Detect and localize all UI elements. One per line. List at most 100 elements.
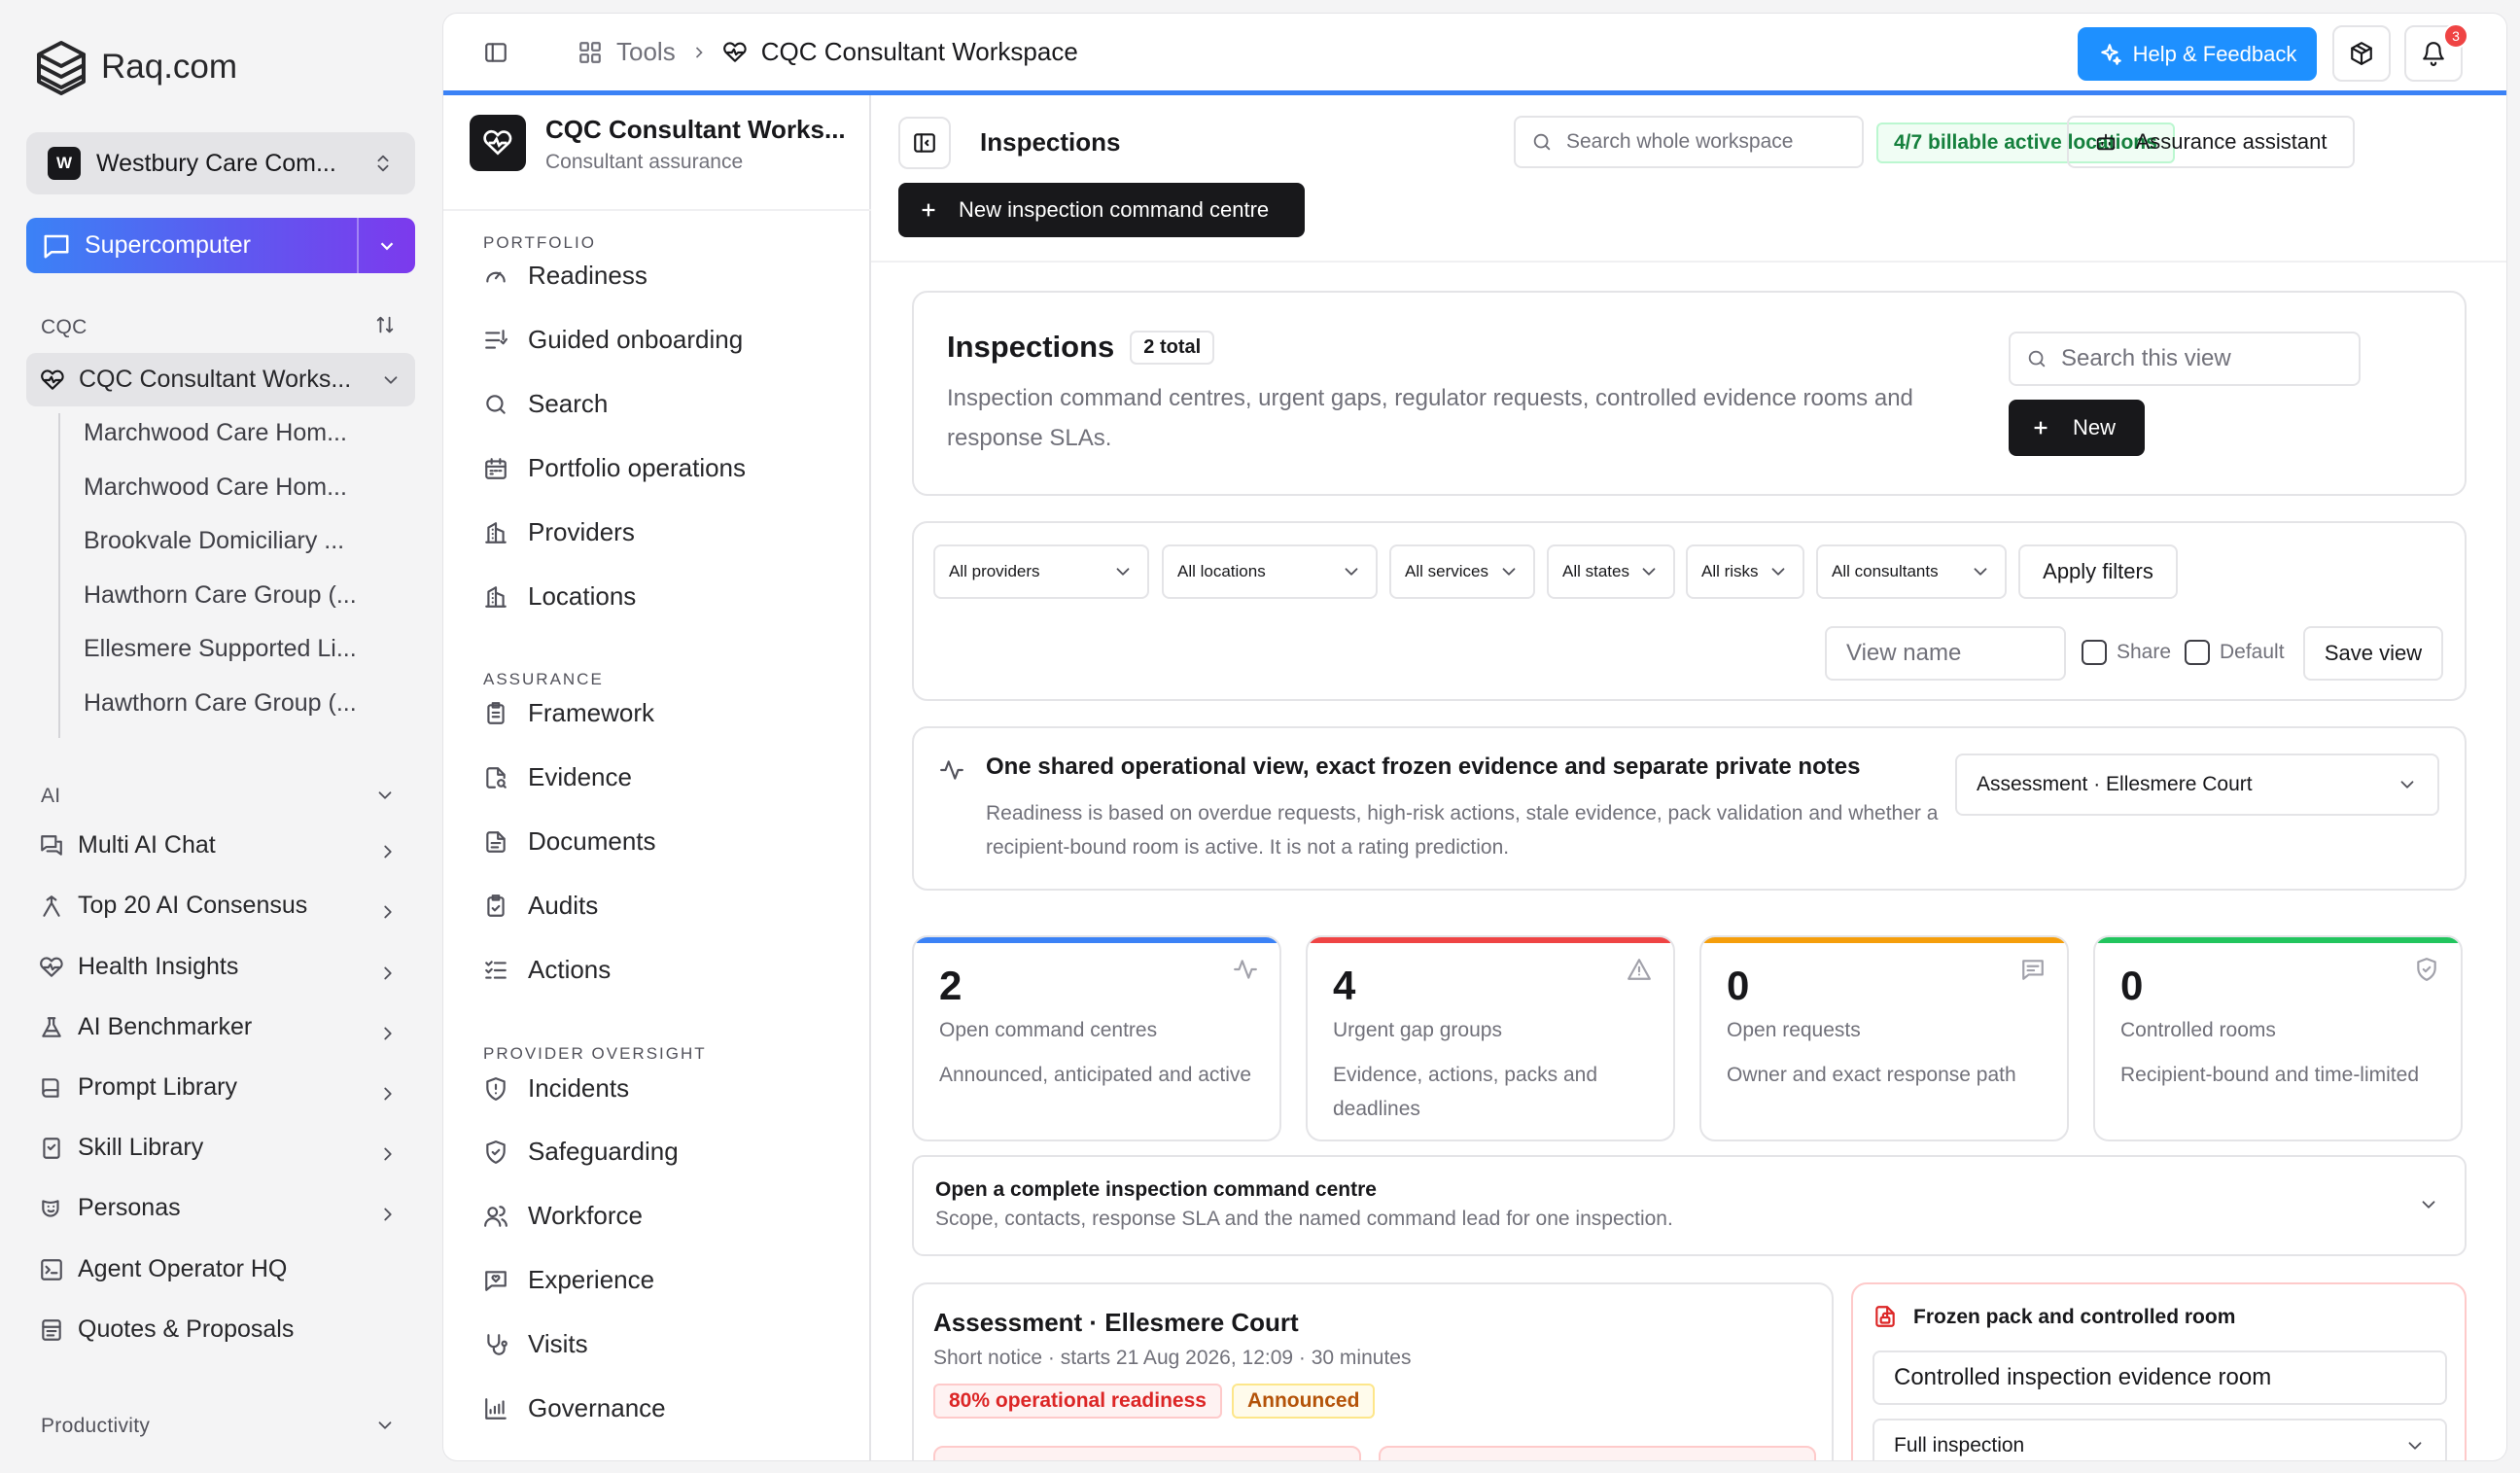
nav-documents[interactable]: Documents	[483, 826, 656, 857]
supercomputer-button[interactable]: Supercomputer	[26, 218, 415, 273]
nav-experience[interactable]: Experience	[483, 1265, 654, 1295]
locations-filter[interactable]: All locations	[1162, 544, 1378, 599]
sidebar-item-agent-operator[interactable]: Agent Operator HQ	[39, 1255, 399, 1283]
open-command-centre-panel[interactable]: Open a complete inspection command centr…	[912, 1155, 2467, 1256]
brand[interactable]: Raq.com	[35, 39, 237, 95]
share-checkbox[interactable]: Share	[2082, 640, 2171, 665]
states-filter[interactable]: All states	[1547, 544, 1675, 599]
services-filter[interactable]: All services	[1389, 544, 1535, 599]
sidebar-subitem[interactable]: Marchwood Care Hom...	[84, 413, 357, 468]
search-icon	[486, 394, 506, 414]
sidebar-subitem[interactable]: Ellesmere Supported Li...	[84, 629, 357, 684]
nav-governance[interactable]: Governance	[483, 1393, 666, 1423]
app-sidebar: Raq.com W Westbury Care Com... Supercomp…	[0, 0, 438, 1473]
sidebar-item-skill-library[interactable]: Skill Library	[39, 1134, 399, 1162]
heart-pulse-icon	[483, 129, 512, 156]
nav-locations[interactable]: Locations	[483, 581, 636, 612]
frozen-pack-title: Frozen pack and controlled room	[1913, 1306, 2236, 1328]
top-bar: Tools CQC Consultant Workspace Help & Fe…	[443, 14, 2506, 95]
productivity-section-heading: Productivity	[41, 1415, 151, 1437]
file-lock-icon	[1875, 1306, 1895, 1327]
nav-label: Experience	[528, 1265, 655, 1294]
nav-actions[interactable]: Actions	[483, 955, 611, 985]
view-name-input[interactable]: View name	[1825, 626, 2066, 681]
sidebar-toggle-icon[interactable]	[483, 40, 508, 65]
notifications-button[interactable]: 3	[2404, 23, 2468, 82]
nav-workforce[interactable]: Workforce	[483, 1201, 643, 1231]
nav-providers[interactable]: Providers	[483, 517, 635, 547]
consultants-filter[interactable]: All consultants	[1816, 544, 2007, 599]
chevron-down-icon[interactable]	[374, 1415, 396, 1436]
stat-accent-bar	[914, 937, 1279, 943]
nav-evidence[interactable]: Evidence	[483, 762, 632, 792]
nav-guided-onboarding[interactable]: Guided onboarding	[483, 325, 743, 355]
content-area: Inspections Search whole workspace 4/7 b…	[871, 95, 2506, 1460]
sidebar-item-cqc-workspace[interactable]: CQC Consultant Works...	[26, 353, 415, 406]
providers-filter[interactable]: All providers	[933, 544, 1149, 599]
new-inspection-button[interactable]: New	[2009, 400, 2145, 456]
help-feedback-button[interactable]: Help & Feedback	[2078, 27, 2317, 81]
notification-count-badge: 3	[2443, 23, 2468, 49]
collapse-nav-button[interactable]	[898, 117, 951, 169]
sidebar-item-ai-benchmarker[interactable]: AI Benchmarker	[39, 1013, 399, 1041]
chevron-right-icon	[384, 966, 392, 980]
sidebar-subitem[interactable]: Hawthorn Care Group (...	[84, 684, 357, 738]
nav-readiness[interactable]: Readiness	[483, 261, 648, 291]
chevron-down-icon[interactable]	[374, 785, 396, 806]
chat-icon	[44, 234, 69, 258]
sort-icon[interactable]	[374, 314, 396, 335]
stat-label: Urgent gap groups	[1333, 1019, 1502, 1041]
breadcrumb-tools[interactable]: Tools	[616, 37, 676, 67]
plus-icon	[922, 203, 935, 217]
sidebar-item-label: Quotes & Proposals	[78, 1315, 295, 1343]
nav-search[interactable]: Search	[483, 389, 608, 419]
raq-logo-icon	[37, 41, 86, 95]
clipboard-icon	[487, 701, 505, 724]
sidebar-item-personas[interactable]: Personas	[39, 1194, 399, 1222]
search-icon	[1533, 133, 1551, 151]
sidebar-item-quotes[interactable]: Quotes & Proposals	[39, 1315, 399, 1344]
chevron-down-icon	[1116, 568, 1130, 576]
sidebar-subitem[interactable]: Hawthorn Care Group (...	[84, 576, 357, 630]
sidebar-item-prompt-library[interactable]: Prompt Library	[39, 1073, 399, 1102]
select-value: All locations	[1177, 562, 1266, 580]
help-label: Help & Feedback	[2132, 41, 2297, 66]
scope-select[interactable]: Full inspection	[1872, 1419, 2447, 1460]
risks-filter[interactable]: All risks	[1686, 544, 1804, 599]
room-name-input[interactable]: Controlled inspection evidence room	[1872, 1350, 2447, 1405]
workspace-search-input[interactable]: Search whole workspace	[1514, 116, 1864, 168]
assurance-assistant-button[interactable]: Assurance assistant	[2067, 116, 2355, 168]
readiness-badge: 80% operational readiness	[933, 1384, 1222, 1419]
panel-left-icon	[914, 133, 935, 153]
apply-filters-button[interactable]: Apply filters	[2018, 544, 2178, 599]
save-view-button[interactable]: Save view	[2303, 626, 2443, 681]
sidebar-item-label: Top 20 AI Consensus	[78, 892, 308, 919]
sidebar-item-health-insights[interactable]: Health Insights	[39, 953, 399, 981]
view-search-input[interactable]: Search this view	[2009, 332, 2361, 386]
supercomputer-dropdown[interactable]	[357, 218, 415, 273]
sidebar-item-label: Agent Operator HQ	[78, 1255, 288, 1282]
sidebar-item-multi-ai-chat[interactable]: Multi AI Chat	[39, 831, 399, 859]
assessment-select[interactable]: Assessment · Ellesmere Court	[1955, 754, 2439, 816]
stat-description: Evidence, actions, packs and deadlines	[1333, 1064, 1597, 1120]
organization-switcher[interactable]: W Westbury Care Com...	[26, 132, 415, 194]
nav-incidents[interactable]: Incidents	[483, 1073, 629, 1104]
nav-audits[interactable]: Audits	[483, 891, 598, 921]
package-icon	[2351, 42, 2372, 65]
sidebar-subitem[interactable]: Marchwood Care Hom...	[84, 468, 357, 522]
select-value: Full inspection	[1894, 1434, 2025, 1456]
chevron-down-icon	[1642, 568, 1656, 576]
new-command-centre-button[interactable]: New inspection command centre	[898, 183, 1305, 237]
extension-button[interactable]	[2332, 25, 2391, 82]
frozen-pack-card: Frozen pack and controlled room Controll…	[1851, 1282, 2467, 1460]
default-checkbox[interactable]: Default	[2185, 640, 2285, 665]
nav-portfolio-operations[interactable]: Portfolio operations	[483, 453, 746, 483]
sidebar-subitem[interactable]: Brookvale Domiciliary ...	[84, 521, 357, 576]
select-value: All risks	[1701, 562, 1759, 580]
nav-framework[interactable]: Framework	[483, 698, 654, 728]
nav-safeguarding[interactable]: Safeguarding	[483, 1137, 679, 1167]
shared-view-title: One shared operational view, exact froze…	[986, 754, 1861, 780]
sidebar-item-top20[interactable]: Top 20 AI Consensus	[39, 892, 399, 920]
stat-card-command-centres: 2 Open command centres Announced, antici…	[912, 935, 1281, 1141]
nav-visits[interactable]: Visits	[483, 1329, 588, 1359]
